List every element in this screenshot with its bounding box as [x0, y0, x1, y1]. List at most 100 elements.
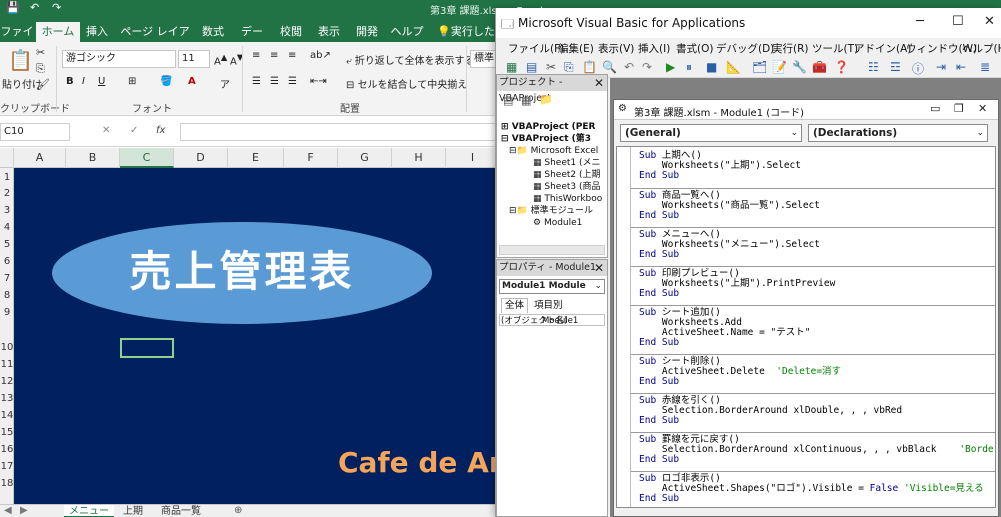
menu-insert[interactable]: 挿入(I) — [638, 41, 670, 56]
bold-icon[interactable]: B — [66, 76, 74, 87]
tree-item-module1[interactable]: ⚙ Module1 — [533, 217, 582, 229]
copy-icon[interactable]: ⎘ — [564, 60, 574, 75]
close-icon[interactable]: ✕ — [978, 102, 987, 115]
save-icon[interactable]: 💾 — [6, 1, 20, 14]
name-box[interactable]: C10 — [0, 123, 70, 141]
align-middle-icon[interactable]: ≡ — [270, 50, 278, 61]
row-header[interactable]: 17 — [0, 461, 14, 472]
menu-debug[interactable]: デバッグ(D) — [716, 41, 774, 56]
column-header[interactable]: A — [14, 148, 66, 168]
project-explorer-icon[interactable]: 🗂 — [752, 60, 767, 74]
tab-insert[interactable]: 挿入 — [82, 22, 112, 42]
column-header[interactable]: D — [174, 148, 228, 168]
redo-icon[interactable]: ↷ — [52, 1, 61, 14]
tab-page-layout[interactable]: ページ レイアウト — [116, 22, 194, 58]
underline-icon[interactable]: U — [98, 76, 105, 87]
row-header[interactable]: 11 — [0, 359, 14, 370]
align-left-icon[interactable]: ☰ — [252, 76, 261, 87]
tree-item-personal-project[interactable]: ⊞ VBAProject (PER — [501, 121, 595, 133]
tab-review[interactable]: 校閲 — [276, 22, 306, 42]
row-header[interactable]: 13 — [0, 393, 14, 404]
close-icon[interactable]: ✕ — [984, 14, 995, 29]
font-size-select[interactable]: 11 — [178, 50, 210, 68]
code-margin[interactable] — [617, 147, 631, 507]
tree-item-sheet3[interactable]: ▦ Sheet3 (商品 — [533, 181, 601, 193]
scroll-right-icon[interactable]: ▶ — [20, 505, 28, 516]
vba-procedure[interactable]: Sub 赤線を引く() Selection.BorderAround xlDou… — [631, 393, 995, 426]
design-mode-icon[interactable]: 📐 — [726, 60, 741, 74]
row-header-selected[interactable]: 10 — [0, 342, 14, 353]
font-name-select[interactable]: 游ゴシック — [62, 50, 176, 68]
view-excel-icon[interactable]: ▦ — [506, 60, 517, 74]
menu-view[interactable]: 表示(V) — [598, 41, 634, 56]
borders-icon[interactable]: ⊞ — [128, 76, 136, 87]
sheet-tab-products[interactable]: 商品一覧 — [152, 505, 210, 517]
view-object-icon[interactable]: ▦ — [521, 95, 531, 107]
row-header[interactable]: 9 — [0, 307, 14, 318]
formula-input[interactable] — [180, 123, 500, 141]
row-header[interactable]: 7 — [0, 273, 14, 284]
tab-help[interactable]: ヘルプ — [390, 22, 424, 42]
tree-item-thisworkbook[interactable]: ▦ ThisWorkboo — [533, 193, 602, 205]
project-pane-scrollbar[interactable] — [499, 245, 605, 255]
fill-color-icon[interactable]: 🪣 — [160, 76, 172, 87]
orientation-icon[interactable]: ab↗ — [310, 50, 331, 61]
comment-block-icon[interactable]: ≣ — [980, 60, 990, 74]
menu-run[interactable]: 実行(R) — [772, 41, 809, 56]
properties-icon[interactable]: 📝 — [772, 60, 787, 74]
tree-item-workbook-project[interactable]: ⊟ VBAProject (第3 — [501, 133, 591, 145]
insert-module-icon[interactable]: ▤ — [526, 60, 537, 74]
column-header[interactable]: B — [66, 148, 120, 168]
row-header[interactable]: 3 — [0, 205, 14, 216]
reset-icon[interactable]: ■ — [706, 60, 717, 74]
close-icon[interactable]: ✕ — [594, 75, 604, 91]
minimize-icon[interactable]: ─ — [916, 14, 924, 29]
vba-procedure[interactable]: Sub 商品一覧へ() Worksheets("商品一覧").Select End… — [631, 188, 995, 221]
sheet-tab-first-half[interactable]: 上期 — [114, 505, 152, 517]
code-editor[interactable]: Sub 上期へ() Worksheets("上期").Select End Sub… — [616, 146, 996, 508]
insert-function-icon[interactable]: fx — [156, 125, 165, 136]
break-icon[interactable]: ⏸ — [686, 60, 692, 75]
tab-developer[interactable]: 開発 — [352, 22, 382, 42]
format-painter-icon[interactable]: 🖌 — [36, 78, 50, 91]
vba-procedure[interactable]: Sub 上期へ() Worksheets("上期").Select End Sub — [631, 149, 995, 181]
menu-edit[interactable]: 編集(E) — [558, 41, 594, 56]
align-top-icon[interactable]: ≡ — [252, 50, 260, 61]
tab-home[interactable]: ホーム — [36, 22, 80, 42]
row-header[interactable]: 6 — [0, 256, 14, 267]
vba-procedure[interactable]: Sub 罫線を元に戻す() Selection.BorderAround xlC… — [631, 432, 995, 465]
wrap-text-button[interactable]: ⤶ 折り返して全体を表示する — [346, 52, 474, 67]
row-header[interactable]: 12 — [0, 376, 14, 387]
run-icon[interactable]: ▶ — [666, 60, 675, 74]
tree-item-sheet2[interactable]: ▦ Sheet2 (上期 — [533, 169, 601, 181]
align-right-icon[interactable]: ☰ — [288, 76, 297, 87]
add-sheet-icon[interactable]: ⊕ — [234, 505, 242, 516]
tab-categorized[interactable]: 項目別 — [531, 299, 566, 313]
tree-folder-modules[interactable]: ⊟📁 標準モジュール — [509, 205, 593, 217]
italic-icon[interactable]: I — [82, 76, 85, 87]
row-header[interactable]: 5 — [0, 239, 14, 250]
row-header[interactable]: 15 — [0, 427, 14, 438]
align-bottom-icon[interactable]: ≡ — [288, 50, 296, 61]
object-browser-icon[interactable]: 🔧 — [792, 60, 807, 74]
procedure-dropdown[interactable]: (Declarations) ⌄ — [808, 124, 988, 142]
tab-view[interactable]: 表示 — [314, 22, 344, 42]
align-center-icon[interactable]: ☰ — [270, 76, 279, 87]
quick-info-icon[interactable]: ⓘ — [912, 60, 924, 77]
column-header-selected[interactable]: C — [120, 148, 174, 168]
undo-icon[interactable]: ↶ — [30, 1, 39, 14]
cut-icon[interactable]: ✂ — [546, 60, 556, 74]
phonetic-icon[interactable]: ア — [220, 76, 230, 91]
row-header[interactable]: 2 — [0, 188, 14, 199]
scroll-left-icon[interactable]: ◀ — [4, 505, 12, 516]
column-header[interactable]: G — [338, 148, 392, 168]
column-header[interactable]: I — [446, 148, 500, 168]
tree-folder-excel-objects[interactable]: ⊟📁 Microsoft Excel — [509, 145, 598, 157]
vba-procedure[interactable]: Sub メニューへ() Worksheets("メニュー").Select End… — [631, 227, 995, 260]
logo-text[interactable]: Cafe de Ar — [338, 446, 503, 479]
row-header[interactable]: 8 — [0, 290, 14, 301]
row-header[interactable]: 14 — [0, 410, 14, 421]
view-code-icon[interactable]: ▤ — [503, 95, 513, 107]
column-header[interactable]: E — [228, 148, 284, 168]
tab-alphabetic[interactable]: 全体 — [501, 298, 529, 313]
